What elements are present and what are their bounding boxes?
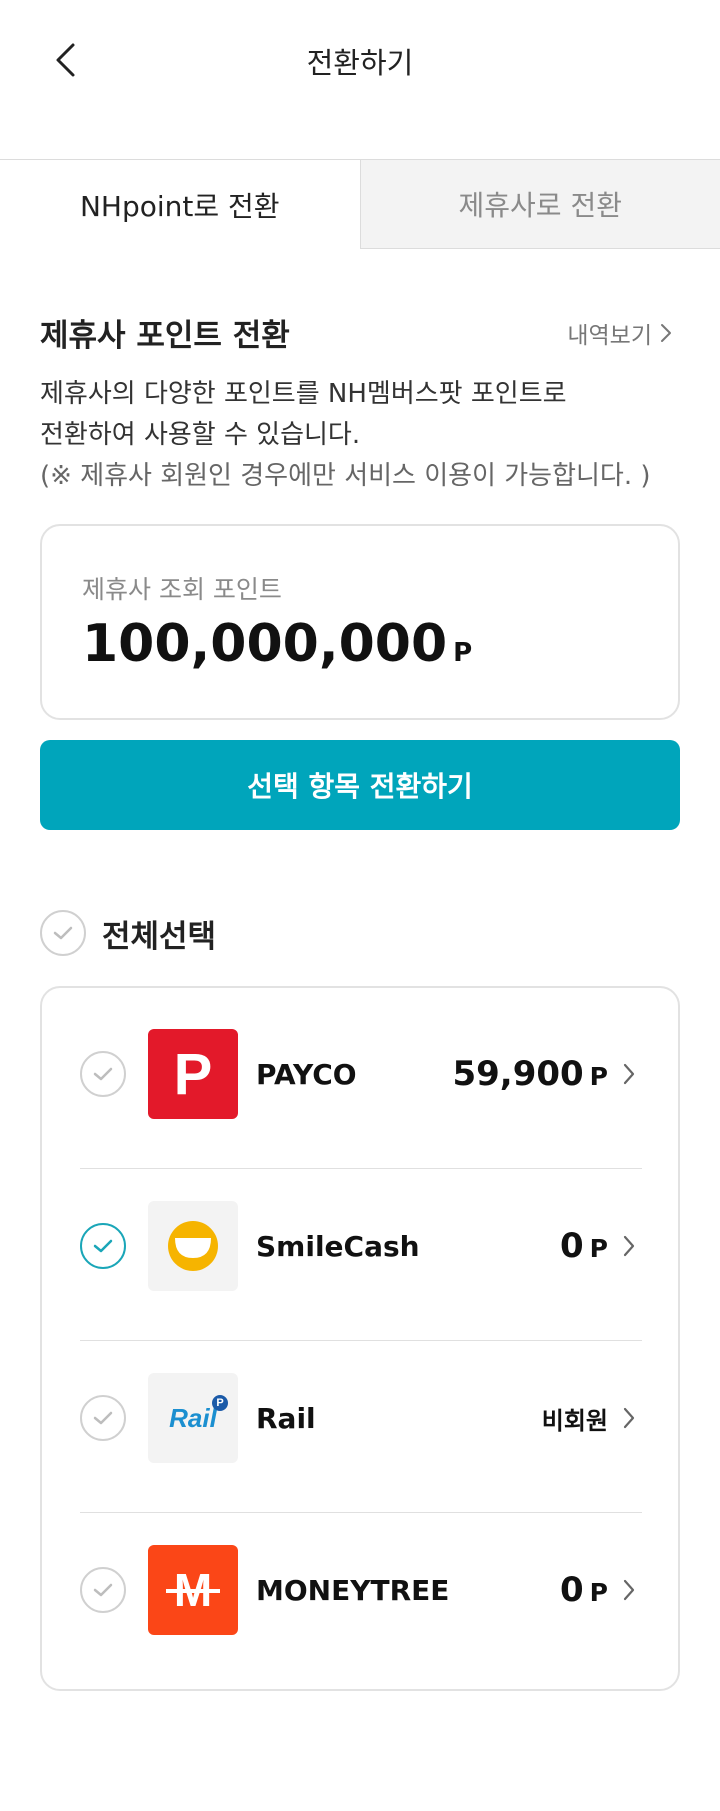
select-all-toggle[interactable]: 전체선택 [40,910,216,956]
check-icon [93,1583,113,1597]
partner-row-smilecash[interactable]: SmileCash 0 P [80,1160,642,1332]
chevron-right-icon [622,1235,642,1257]
partner-points-smilecash: 0 P [560,1226,608,1266]
chevron-right-icon [661,324,671,342]
partner-points-amount: 0 [560,1570,584,1610]
partner-list-card: P PAYCO 59,900 P SmileCash 0 P Rail P Ra… [40,986,680,1691]
payco-logo-mark: P [173,1041,213,1107]
check-icon [93,1067,113,1081]
partner-row-rail[interactable]: Rail P Rail 비회원 [80,1332,642,1504]
points-unit: P [453,638,473,668]
description-note: (※ 제휴사 회원인 경우에만 서비스 이용이 가능합니다. ) [40,461,651,491]
partner-checkbox-moneytree[interactable] [80,1567,126,1613]
partner-status-rail: 비회원 [541,1406,608,1435]
points-amount: 100,000,000 [82,614,448,674]
partner-points-moneytree: 0 P [560,1570,608,1610]
conversion-tabs: NHpoint로 전환 제휴사로 전환 [0,159,720,249]
partner-checkbox-payco[interactable] [80,1051,126,1097]
partner-name-payco: PAYCO [256,1057,357,1091]
rail-logo-text: Rail [169,1402,217,1433]
page-title: 전환하기 [306,46,414,80]
partner-points-payco: 59,900 P [452,1054,608,1094]
check-icon [93,1411,113,1425]
history-link-label: 내역보기 [567,323,652,349]
partner-points-card: 제휴사 조회 포인트 100,000,000 P [40,524,680,720]
partner-name-moneytree: MONEYTREE [256,1573,450,1607]
chevron-right-icon [622,1407,642,1429]
partner-name-smilecash: SmileCash [256,1229,420,1263]
partner-checkbox-rail[interactable] [80,1395,126,1441]
partner-points-amount: 59,900 [452,1054,584,1094]
smile-face-icon [168,1221,218,1271]
moneytree-logo-bar [166,1589,220,1593]
rail-logo: Rail P [148,1373,238,1463]
check-icon [93,1239,113,1253]
section-title: 제휴사 포인트 전환 [40,318,290,354]
smilecash-logo [148,1201,238,1291]
section-description: 제휴사의 다양한 포인트를 NH멤버스팟 포인트로 전환하여 사용할 수 있습니… [40,374,651,497]
partner-name-rail: Rail [256,1401,316,1435]
points-value: 100,000,000 P [82,614,472,674]
partner-row-moneytree[interactable]: M MONEYTREE 0 P [80,1504,642,1676]
partner-checkbox-smilecash[interactable] [80,1223,126,1269]
moneytree-logo: M [148,1545,238,1635]
app-header: 전환하기 [0,0,720,120]
description-line-2: 전환하여 사용할 수 있습니다. [40,420,361,450]
chevron-right-icon [622,1579,642,1601]
chevron-right-icon [622,1063,642,1085]
history-link[interactable]: 내역보기 [567,316,672,350]
partner-points-unit: P [589,1234,608,1263]
partner-points-amount: 0 [560,1226,584,1266]
partner-points-unit: P [589,1062,608,1091]
rail-logo-badge: P [212,1395,228,1411]
description-line-1: 제휴사의 다양한 포인트를 NH멤버스팟 포인트로 [40,379,567,409]
select-all-label: 전체선택 [102,918,217,955]
tab-partner-conversion[interactable]: 제휴사로 전환 [359,160,720,249]
tab-nhpoint-conversion[interactable]: NHpoint로 전환 [0,160,360,249]
partner-points-unit: P [589,1578,608,1607]
select-all-checkbox[interactable] [40,910,86,956]
partner-row-payco[interactable]: P PAYCO 59,900 P [80,988,642,1160]
points-label: 제휴사 조회 포인트 [82,575,282,604]
check-icon [53,926,73,940]
convert-selected-button[interactable]: 선택 항목 전환하기 [40,740,680,830]
payco-logo: P [148,1029,238,1119]
